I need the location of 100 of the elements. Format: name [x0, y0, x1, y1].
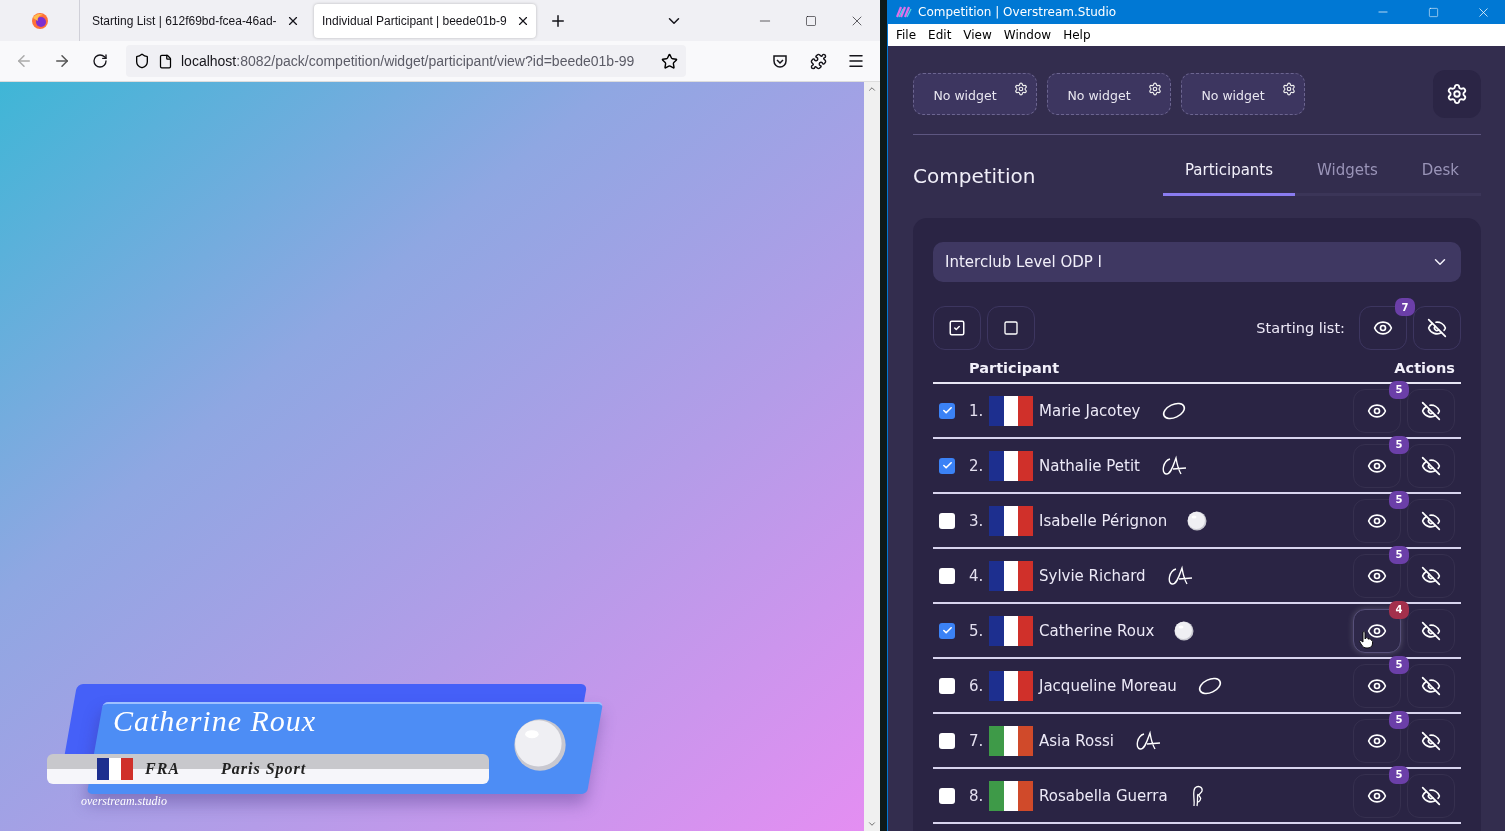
maximize-icon[interactable]: [805, 14, 817, 27]
participant-name: Nathalie Petit: [1039, 456, 1140, 475]
row-number: 8.: [969, 786, 985, 805]
settings-icon[interactable]: [1014, 82, 1028, 96]
hide-button[interactable]: [1407, 663, 1455, 708]
eye-off-icon: [1421, 675, 1441, 696]
check-icon: [941, 405, 953, 416]
slot-label: No widget: [933, 87, 997, 103]
hide-button[interactable]: [1407, 608, 1455, 653]
widget-slot[interactable]: No widget: [1181, 73, 1305, 115]
hide-button[interactable]: [1413, 306, 1461, 350]
count-badge: 5: [1389, 765, 1409, 784]
pocket-icon[interactable]: [772, 53, 788, 69]
hide-button[interactable]: [1407, 388, 1455, 433]
row-number: 6.: [969, 676, 985, 695]
bookmark-star-icon[interactable]: [661, 52, 678, 70]
slot-label: No widget: [1201, 87, 1265, 103]
hide-button[interactable]: [1407, 443, 1455, 488]
participant-name: Rosabella Guerra: [1039, 786, 1168, 805]
row-number: 1.: [969, 401, 985, 420]
scroll-down-icon[interactable]: [867, 819, 877, 829]
hand-cursor-icon: [1359, 630, 1373, 649]
address-bar[interactable]: localhost:8082/pack/competition/widget/participant/view?id=beede01b-99: [126, 45, 686, 77]
widget-slot[interactable]: No widget: [913, 73, 1037, 115]
row-checkbox[interactable]: [939, 457, 955, 474]
window-title: Competition | Overstream.Studio: [918, 5, 1118, 19]
menu-item[interactable]: Help: [1057, 28, 1097, 42]
scroll-up-icon[interactable]: [867, 84, 877, 94]
row-number: 2.: [969, 456, 985, 475]
credit-text: overstream.studio: [81, 794, 167, 809]
competition-select[interactable]: Interclub Level ODP I: [933, 242, 1461, 282]
column-header: Actions: [1394, 360, 1455, 376]
row-checkbox[interactable]: [939, 732, 955, 749]
forward-icon[interactable]: [53, 52, 71, 70]
browser-tab[interactable]: Individual Participant | beede01b-9: [314, 3, 536, 38]
check-icon: [941, 625, 953, 636]
menu-icon[interactable]: [847, 52, 865, 70]
participant-name: Catherine Roux: [113, 704, 317, 738]
starting-list-label: Starting list:: [1256, 320, 1345, 336]
menu-item[interactable]: Edit: [922, 28, 958, 42]
scrollbar[interactable]: [864, 82, 880, 831]
count-badge: 5: [1389, 545, 1409, 564]
count-badge: 5: [1389, 380, 1409, 399]
hide-button[interactable]: [1407, 773, 1455, 818]
settings-icon[interactable]: [1148, 82, 1162, 96]
browser-tab[interactable]: Starting List | 612f69bd-fcea-46ad-: [84, 3, 306, 38]
reload-icon[interactable]: [92, 53, 108, 69]
hide-button[interactable]: [1407, 718, 1455, 763]
participant-name: Sylvie Richard: [1039, 566, 1146, 585]
club-name: Paris Sport: [221, 760, 307, 778]
menu-item[interactable]: File: [890, 28, 923, 42]
settings-icon: [1446, 83, 1468, 105]
check-icon: [941, 460, 953, 471]
eye-off-icon: [1421, 510, 1441, 531]
empty-box-icon: [1003, 320, 1019, 336]
count-badge: 5: [1389, 435, 1409, 454]
row-checkbox[interactable]: [939, 787, 955, 804]
tab[interactable]: Desk: [1399, 149, 1481, 196]
checked-box-icon: [948, 319, 966, 337]
tab[interactable]: Widgets: [1295, 149, 1400, 196]
slot-label: No widget: [1067, 87, 1131, 103]
participant-name: Asia Rossi: [1039, 731, 1114, 750]
browser-logo-icon[interactable]: [30, 11, 49, 30]
menu-item[interactable]: View: [957, 28, 998, 42]
widget-slot[interactable]: No widget: [1047, 73, 1171, 115]
row-number: 4.: [969, 566, 985, 585]
column-header: Participant: [969, 360, 1060, 376]
select-all-button[interactable]: [933, 306, 981, 350]
participant-name: Isabelle Pérignon: [1039, 511, 1168, 530]
eye-off-icon: [1421, 620, 1441, 641]
row-checkbox[interactable]: [939, 677, 955, 694]
row-checkbox[interactable]: [939, 402, 955, 419]
country-code: FRA: [145, 760, 181, 778]
row-number: 3.: [969, 511, 985, 530]
eye-off-icon: [1421, 730, 1441, 751]
count-badge: 7: [1395, 298, 1415, 316]
eye-off-icon: [1421, 455, 1441, 476]
row-checkbox[interactable]: [939, 622, 955, 639]
settings-icon[interactable]: [1282, 82, 1296, 96]
count-badge: 4: [1389, 600, 1409, 619]
participant-name: Marie Jacotey: [1039, 401, 1141, 420]
participant-name: Catherine Roux: [1039, 621, 1155, 640]
hide-button[interactable]: [1407, 498, 1455, 543]
count-badge: 5: [1389, 710, 1409, 729]
extensions-icon[interactable]: [809, 52, 827, 70]
shield-icon[interactable]: [134, 53, 150, 69]
page-icon: [158, 53, 173, 69]
count-badge: 5: [1389, 490, 1409, 509]
menu-item[interactable]: Window: [997, 28, 1058, 42]
row-number: 5.: [969, 621, 985, 640]
hide-button[interactable]: [1407, 553, 1455, 598]
participant-name: Jacqueline Moreau: [1039, 676, 1177, 695]
tab[interactable]: Participants: [1162, 149, 1296, 196]
row-checkbox[interactable]: [939, 512, 955, 529]
settings-button[interactable]: [1433, 70, 1481, 118]
eye-off-icon: [1421, 785, 1441, 806]
count-badge: 5: [1389, 655, 1409, 674]
app-logo-icon: [896, 6, 912, 18]
select-none-button[interactable]: [987, 306, 1035, 350]
row-checkbox[interactable]: [939, 567, 955, 584]
